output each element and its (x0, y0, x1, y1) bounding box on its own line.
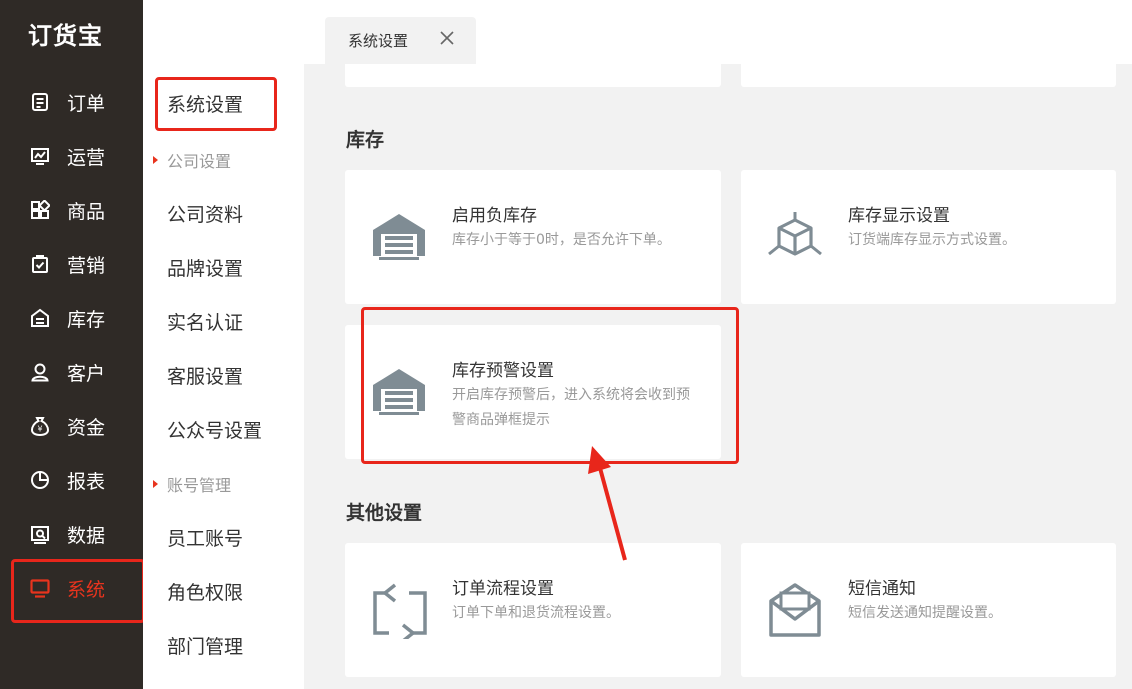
submenu-item-service[interactable]: 客服设置 (167, 362, 243, 389)
sidebar-item-marketing[interactable]: 营销 (0, 237, 143, 291)
sidebar-item-order[interactable]: 订单 (0, 75, 143, 129)
card-description: 订单下单和退货流程设置。 (452, 605, 620, 621)
card-title: 启用负库存 (452, 206, 537, 226)
highlight-box-system (11, 559, 145, 623)
card-partial (345, 64, 721, 87)
submenu-item-brand[interactable]: 品牌设置 (167, 254, 243, 281)
cube-icon (765, 206, 825, 266)
submenu-group-company: 公司设置 (153, 148, 231, 172)
submenu-group-label: 公司设置 (167, 152, 232, 171)
card-title: 短信通知 (848, 579, 916, 599)
card-order-flow[interactable]: 订单流程设置 订单下单和退货流程设置。 (345, 543, 721, 677)
sidebar-item-label: 商品 (67, 200, 106, 223)
submenu-item-staff[interactable]: 员工账号 (167, 524, 243, 551)
card-title: 订单流程设置 (452, 579, 554, 599)
card-description: 库存小于等于0时，是否允许下单。 (452, 232, 671, 248)
sidebar-item-label: 客户 (67, 362, 106, 385)
sidebar-item-label: 运营 (67, 146, 106, 169)
highlight-box-stock-warning (361, 307, 739, 464)
highlight-box-submenu-title (155, 77, 277, 131)
card-negative-stock[interactable]: 启用负库存 库存小于等于0时，是否允许下单。 (345, 170, 721, 304)
sidebar-item-label: 资金 (67, 416, 106, 439)
section-title-inventory: 库存 (346, 129, 385, 151)
card-description: 订货端库存显示方式设置。 (848, 232, 1016, 248)
tab-system-settings[interactable]: 系统设置 (325, 17, 476, 64)
submenu-item-official-account[interactable]: 公众号设置 (167, 416, 262, 443)
card-stock-display[interactable]: 库存显示设置 订货端库存显示方式设置。 (741, 170, 1116, 304)
card-partial (741, 64, 1116, 87)
sidebar-item-label: 库存 (67, 308, 106, 331)
sidebar-item-label: 订单 (67, 92, 106, 115)
section-title-other: 其他设置 (346, 502, 423, 524)
card-sms-notice[interactable]: 短信通知 短信发送通知提醒设置。 (741, 543, 1116, 677)
card-title: 库存显示设置 (848, 206, 950, 226)
caret-right-icon (153, 480, 158, 488)
close-icon[interactable] (437, 28, 457, 48)
tab-label: 系统设置 (348, 32, 409, 50)
submenu-group-account: 账号管理 (153, 472, 231, 496)
report-icon (30, 470, 50, 490)
inventory-icon (30, 308, 50, 328)
app-logo: 订货宝 (28, 22, 103, 50)
submenu-item-company-info[interactable]: 公司资料 (167, 200, 243, 227)
sidebar-item-inventory[interactable]: 库存 (0, 291, 143, 345)
sidebar-item-data[interactable]: 数据 (0, 507, 143, 561)
funds-icon: ¥ (30, 416, 50, 436)
submenu-group-label: 账号管理 (167, 476, 232, 495)
flow-icon (369, 579, 429, 643)
order-icon (30, 92, 50, 112)
goods-icon (30, 200, 50, 220)
envelope-icon (765, 579, 825, 639)
data-icon (30, 524, 50, 544)
sidebar-item-label: 数据 (67, 524, 106, 547)
sidebar-item-goods[interactable]: 商品 (0, 183, 143, 237)
operation-icon (30, 146, 50, 166)
sidebar-item-funds[interactable]: ¥ 资金 (0, 399, 143, 453)
submenu-item-department[interactable]: 部门管理 (167, 632, 243, 659)
sidebar-item-operation[interactable]: 运营 (0, 129, 143, 183)
warehouse-icon (369, 206, 429, 266)
sidebar-item-customer[interactable]: 客户 (0, 345, 143, 399)
svg-text:¥: ¥ (37, 425, 42, 434)
customer-icon (30, 362, 50, 382)
submenu-item-verification[interactable]: 实名认证 (167, 308, 243, 335)
sidebar-item-report[interactable]: 报表 (0, 453, 143, 507)
sidebar-item-label: 报表 (67, 470, 106, 493)
caret-right-icon (153, 156, 158, 164)
submenu-item-roles[interactable]: 角色权限 (167, 578, 243, 605)
card-description: 短信发送通知提醒设置。 (848, 605, 1002, 621)
sidebar-item-label: 营销 (67, 254, 106, 277)
marketing-icon (30, 254, 50, 274)
